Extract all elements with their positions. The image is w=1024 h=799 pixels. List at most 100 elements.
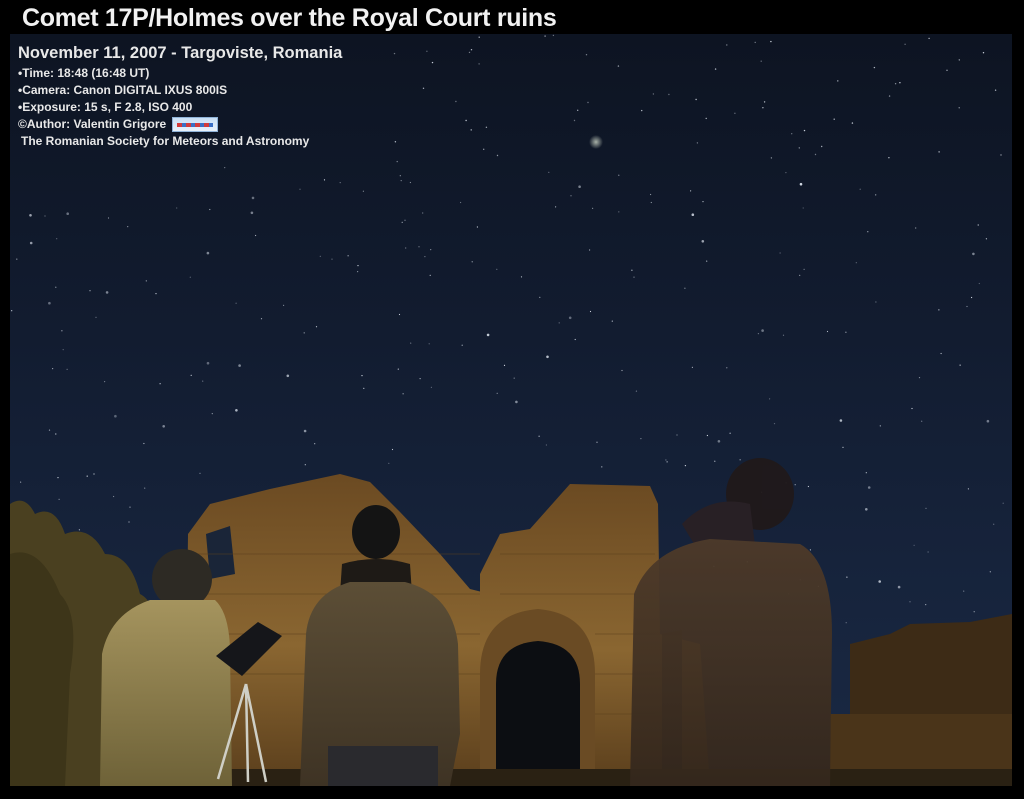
star xyxy=(199,472,201,474)
star xyxy=(851,122,854,124)
star xyxy=(29,241,33,245)
star xyxy=(503,364,506,366)
star xyxy=(769,398,771,400)
star xyxy=(761,329,764,332)
star xyxy=(78,529,80,531)
star xyxy=(791,133,793,135)
star xyxy=(842,446,844,448)
star xyxy=(739,459,741,461)
photo-caption: November 11, 2007 - Targoviste, Romania … xyxy=(18,42,342,150)
star xyxy=(515,400,518,404)
star xyxy=(394,141,397,143)
star xyxy=(107,217,110,219)
star xyxy=(846,576,848,578)
star xyxy=(430,386,432,388)
star xyxy=(925,507,927,509)
star xyxy=(897,585,901,589)
star xyxy=(558,322,560,324)
star xyxy=(57,477,59,479)
star xyxy=(814,153,817,156)
star xyxy=(762,107,764,109)
star xyxy=(635,390,638,392)
star xyxy=(596,441,598,443)
star xyxy=(695,98,697,101)
star xyxy=(455,100,457,103)
star xyxy=(128,521,130,523)
star xyxy=(405,247,407,249)
star xyxy=(982,52,985,54)
star xyxy=(859,188,861,190)
star xyxy=(714,460,716,462)
star xyxy=(915,227,917,229)
star xyxy=(471,261,473,263)
caption-author: ©Author: Valentin Grigore xyxy=(18,117,167,131)
star xyxy=(299,188,301,190)
star xyxy=(410,342,412,344)
star xyxy=(757,333,760,335)
star xyxy=(323,179,326,181)
star xyxy=(717,440,721,443)
star xyxy=(402,393,404,395)
star xyxy=(483,148,485,150)
star xyxy=(260,318,263,320)
star xyxy=(794,484,796,486)
star xyxy=(159,383,161,385)
star xyxy=(959,364,961,366)
star xyxy=(401,221,403,223)
star xyxy=(52,368,54,370)
star xyxy=(633,276,635,278)
star xyxy=(304,464,306,466)
star xyxy=(946,69,948,71)
star xyxy=(144,487,146,489)
star xyxy=(706,260,708,262)
star xyxy=(400,180,402,182)
star xyxy=(62,349,64,351)
star xyxy=(967,488,970,490)
star xyxy=(465,119,467,122)
star xyxy=(570,195,572,197)
star xyxy=(89,290,91,292)
star xyxy=(468,51,471,54)
star xyxy=(592,207,594,209)
star xyxy=(314,443,316,445)
star xyxy=(362,190,364,192)
star xyxy=(799,182,803,186)
star xyxy=(16,258,18,260)
star xyxy=(650,201,652,204)
star xyxy=(782,334,785,336)
star xyxy=(631,269,633,271)
star xyxy=(251,196,255,200)
star xyxy=(44,215,46,217)
star xyxy=(640,438,642,440)
star xyxy=(973,611,975,613)
star xyxy=(770,157,773,159)
star xyxy=(61,330,63,332)
archway-opening xyxy=(496,641,580,776)
star xyxy=(977,224,979,226)
image-frame: Comet 17P/Holmes over the Royal Court ru… xyxy=(0,0,1024,799)
star xyxy=(357,271,359,273)
person-right-binoculars xyxy=(630,458,832,786)
star xyxy=(799,274,801,276)
star xyxy=(585,54,588,56)
star xyxy=(422,87,425,89)
star xyxy=(904,43,906,45)
star xyxy=(925,604,927,606)
star xyxy=(513,377,515,379)
star xyxy=(176,207,178,209)
star xyxy=(11,310,13,312)
star xyxy=(798,147,800,149)
star xyxy=(58,498,60,500)
star xyxy=(211,413,213,415)
star xyxy=(617,65,620,67)
star xyxy=(971,296,973,299)
star xyxy=(803,129,806,132)
star xyxy=(972,252,975,256)
star xyxy=(802,207,804,209)
star xyxy=(250,211,254,215)
star xyxy=(958,107,960,109)
star xyxy=(618,211,620,213)
star xyxy=(470,129,472,131)
society-logo-icon xyxy=(172,117,219,132)
star xyxy=(875,194,877,196)
